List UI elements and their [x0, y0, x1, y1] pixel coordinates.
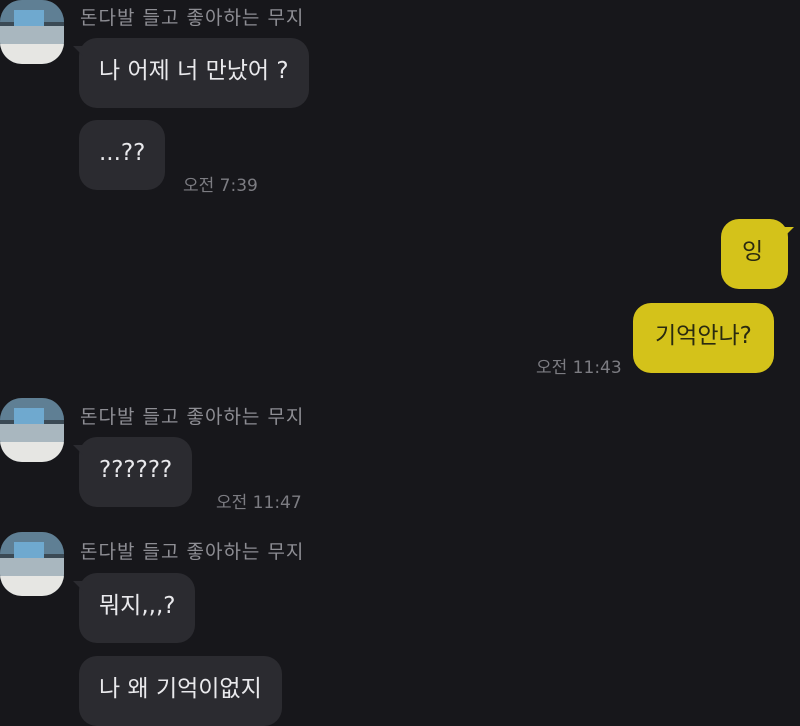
message-text: ?????? — [99, 457, 173, 483]
sender-avatar[interactable] — [0, 398, 64, 462]
message-bubble-incoming[interactable]: ?????? — [72, 437, 193, 507]
message-timestamp: 오전 7:39 — [183, 176, 258, 196]
message-bubble-incoming[interactable]: 나 어제 너 만났어 ? — [73, 38, 309, 108]
sender-name: 돈다발 들고 좋아하는 무지 — [80, 7, 305, 29]
sender-name: 돈다발 들고 좋아하는 무지 — [80, 541, 305, 563]
message-bubble-incoming[interactable]: 뭐지,,,? — [72, 573, 196, 643]
message-text: 나 왜 기억이없지 — [99, 676, 262, 702]
message-bubble-outgoing[interactable]: 잉 — [721, 219, 794, 289]
message-timestamp: 오전 11:43 — [536, 358, 622, 378]
message-bubble-outgoing[interactable]: 기억안나? — [633, 303, 774, 373]
sender-avatar[interactable] — [0, 0, 64, 64]
chat-view[interactable]: 돈다발 들고 좋아하는 무지 나 어제 너 만났어 ? ...?? 오전 7:3… — [0, 0, 800, 726]
sender-avatar[interactable] — [0, 532, 64, 596]
message-timestamp: 오전 11:47 — [216, 493, 302, 513]
message-text: 기억안나? — [655, 323, 752, 349]
sender-name: 돈다발 들고 좋아하는 무지 — [80, 406, 305, 428]
message-text: 잉 — [742, 239, 764, 265]
message-text: 나 어제 너 만났어 ? — [99, 58, 289, 84]
message-bubble-incoming[interactable]: 나 왜 기억이없지 — [79, 656, 282, 726]
message-text: 뭐지,,,? — [99, 593, 176, 619]
message-text: ...?? — [99, 140, 146, 166]
message-bubble-incoming[interactable]: ...?? — [79, 120, 166, 190]
